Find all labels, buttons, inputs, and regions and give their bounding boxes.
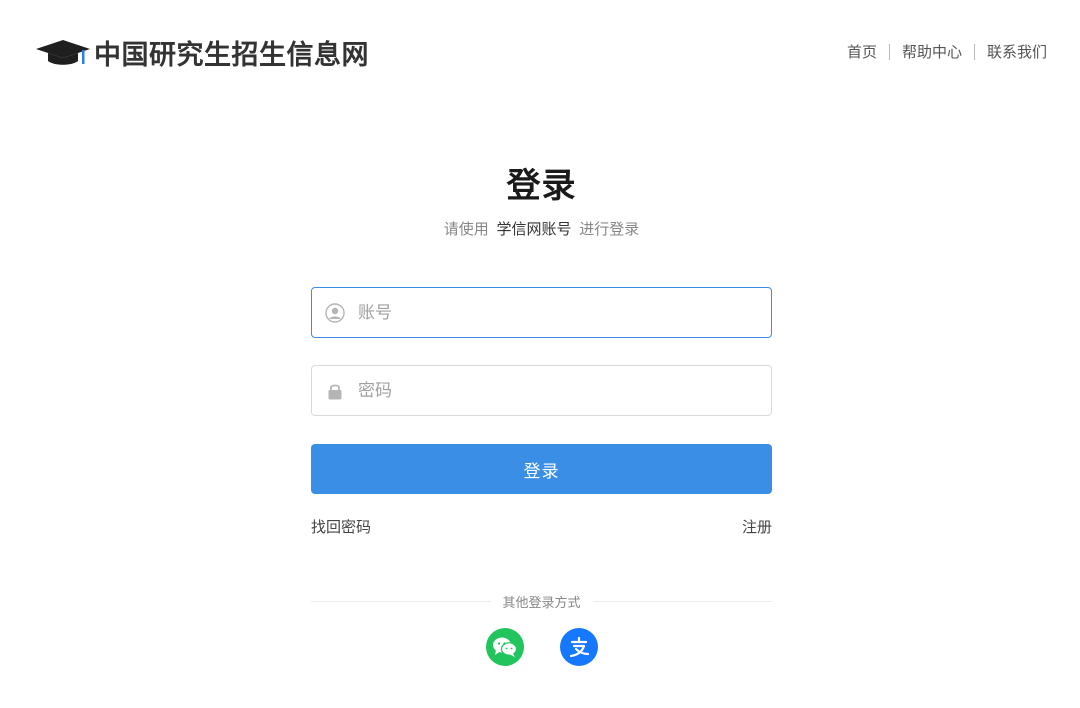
password-field bbox=[311, 365, 772, 416]
divider-line bbox=[311, 600, 491, 602]
wechat-login-button[interactable] bbox=[485, 628, 524, 666]
nav-help-link[interactable]: 帮助中心 bbox=[902, 41, 962, 62]
other-login-divider: 其他登录方式 bbox=[311, 591, 773, 611]
user-icon bbox=[325, 302, 345, 323]
subtitle-brand: 学信网账号 bbox=[496, 220, 572, 238]
lock-icon bbox=[328, 384, 342, 399]
wechat-icon bbox=[492, 637, 517, 657]
forgot-password-link[interactable]: 找回密码 bbox=[311, 516, 371, 537]
alipay-login-button[interactable] bbox=[559, 628, 598, 666]
divider-line bbox=[592, 600, 773, 602]
account-field bbox=[311, 287, 772, 338]
subtitle-suffix: 进行登录 bbox=[579, 220, 640, 238]
subtitle-prefix: 请使用 bbox=[443, 220, 489, 238]
login-subtitle: 请使用 学信网账号 进行登录 bbox=[311, 218, 772, 239]
password-input[interactable] bbox=[356, 379, 756, 402]
site-header: 中国研究生招生信息网 首页 帮助中心 联系我们 bbox=[0, 0, 1080, 100]
social-login-buttons bbox=[311, 628, 772, 666]
site-logo[interactable]: 中国研究生招生信息网 bbox=[36, 33, 369, 72]
other-login-label: 其他登录方式 bbox=[502, 595, 581, 611]
nav-contact-link[interactable]: 联系我们 bbox=[987, 41, 1047, 62]
nav-home-link[interactable]: 首页 bbox=[847, 41, 877, 62]
login-button[interactable]: 登录 bbox=[311, 444, 772, 494]
nav-divider bbox=[973, 43, 975, 60]
nav-divider bbox=[888, 43, 890, 60]
login-title: 登录 bbox=[506, 166, 577, 206]
account-input[interactable] bbox=[356, 301, 756, 324]
top-nav: 首页 帮助中心 联系我们 bbox=[847, 41, 1047, 62]
alipay-icon bbox=[569, 636, 589, 658]
graduation-cap-icon bbox=[36, 39, 90, 65]
login-links: 找回密码 注册 bbox=[311, 516, 772, 537]
site-name: 中国研究生招生信息网 bbox=[94, 40, 369, 71]
register-link[interactable]: 注册 bbox=[742, 516, 772, 537]
